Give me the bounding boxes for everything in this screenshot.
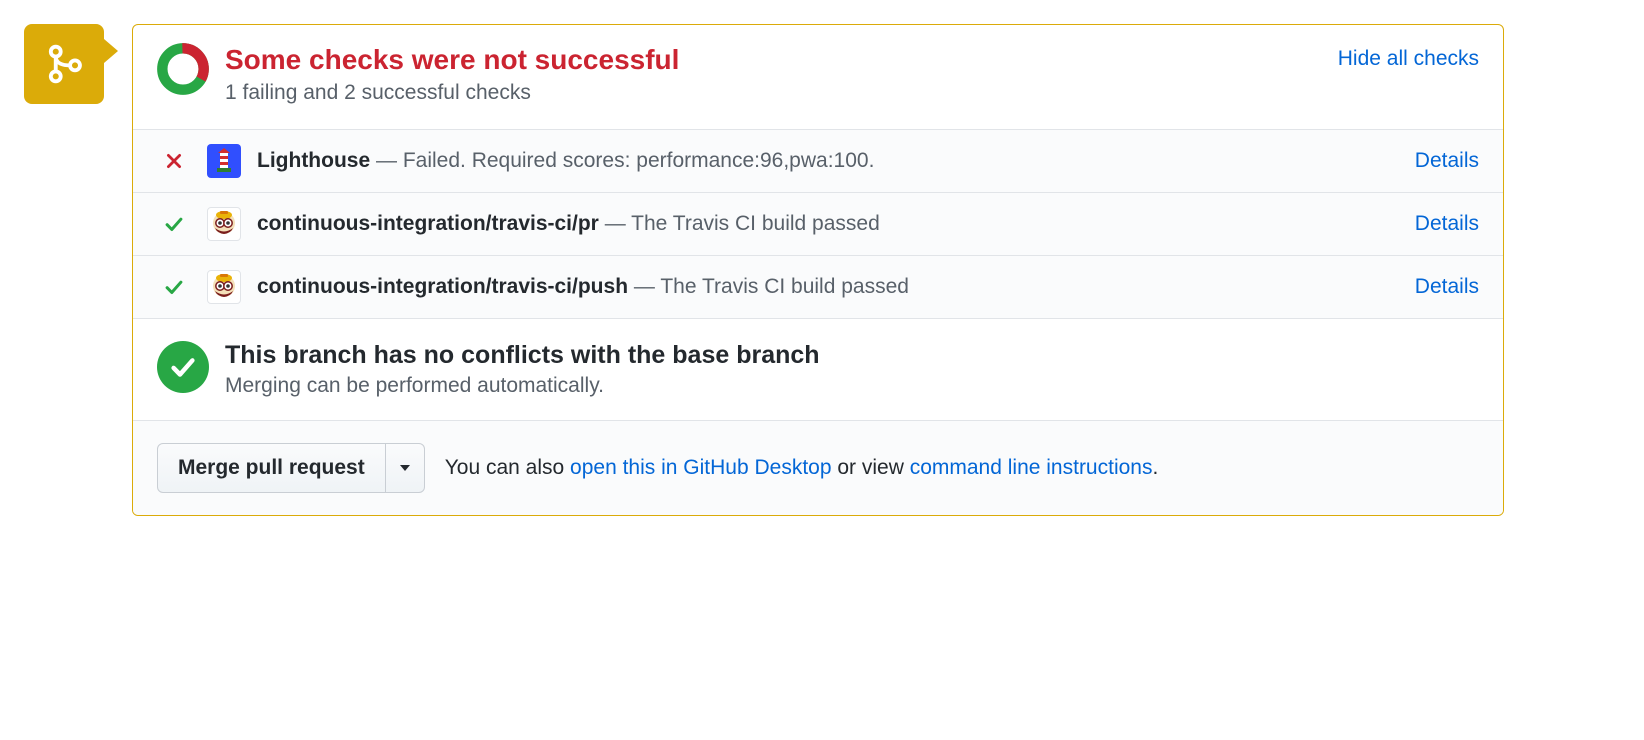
check-details-link[interactable]: Details	[1415, 275, 1479, 299]
merge-alt-text: You can also open this in GitHub Desktop…	[445, 456, 1159, 480]
check-description: The Travis CI build passed	[660, 275, 909, 298]
checks-panel: Some checks were not successful 1 failin…	[132, 24, 1504, 516]
footer-text-prefix: You can also	[445, 456, 570, 479]
check-icon	[157, 276, 191, 298]
checks-subtitle: 1 failing and 2 successful checks	[225, 81, 1338, 105]
check-text: Lighthouse — Failed. Required scores: pe…	[257, 149, 1399, 173]
check-description: The Travis CI build passed	[631, 212, 880, 235]
checks-header: Some checks were not successful 1 failin…	[133, 25, 1503, 130]
check-name: Lighthouse	[257, 149, 370, 172]
open-github-desktop-link[interactable]: open this in GitHub Desktop	[570, 456, 831, 479]
conflicts-row: This branch has no conflicts with the ba…	[133, 319, 1503, 421]
git-merge-icon	[42, 42, 86, 86]
footer-text-mid: or view	[832, 456, 910, 479]
merge-pull-request-button[interactable]: Merge pull request	[157, 443, 386, 493]
lighthouse-icon	[207, 144, 241, 178]
check-icon	[157, 213, 191, 235]
conflicts-title: This branch has no conflicts with the ba…	[225, 341, 820, 370]
check-details-link[interactable]: Details	[1415, 212, 1479, 236]
merge-footer: Merge pull request You can also open thi…	[133, 421, 1503, 515]
footer-text-suffix: .	[1152, 456, 1158, 479]
merge-options-dropdown[interactable]	[386, 443, 425, 493]
conflicts-status-icon	[157, 341, 209, 393]
check-text: continuous-integration/travis-ci/pr — Th…	[257, 212, 1399, 236]
check-row: continuous-integration/travis-ci/push — …	[133, 256, 1503, 319]
dash-separator: —	[599, 212, 631, 235]
check-row: continuous-integration/travis-ci/pr — Th…	[133, 193, 1503, 256]
checks-title: Some checks were not successful	[225, 43, 1338, 77]
dash-separator: —	[628, 275, 660, 298]
conflicts-subtitle: Merging can be performed automatically.	[225, 374, 820, 398]
status-donut-icon	[157, 43, 209, 95]
check-row: Lighthouse — Failed. Required scores: pe…	[133, 130, 1503, 193]
check-details-link[interactable]: Details	[1415, 149, 1479, 173]
travis-icon	[207, 270, 241, 304]
merge-status-badge	[24, 24, 104, 104]
check-name: continuous-integration/travis-ci/pr	[257, 212, 599, 235]
check-name: continuous-integration/travis-ci/push	[257, 275, 628, 298]
check-description: Failed. Required scores: performance:96,…	[403, 149, 875, 172]
merge-button-group: Merge pull request	[157, 443, 425, 493]
hide-all-checks-link[interactable]: Hide all checks	[1338, 43, 1479, 71]
caret-down-icon	[400, 465, 410, 471]
x-icon	[157, 151, 191, 171]
command-line-instructions-link[interactable]: command line instructions	[910, 456, 1153, 479]
dash-separator: —	[370, 149, 403, 172]
travis-icon	[207, 207, 241, 241]
check-text: continuous-integration/travis-ci/push — …	[257, 275, 1399, 299]
